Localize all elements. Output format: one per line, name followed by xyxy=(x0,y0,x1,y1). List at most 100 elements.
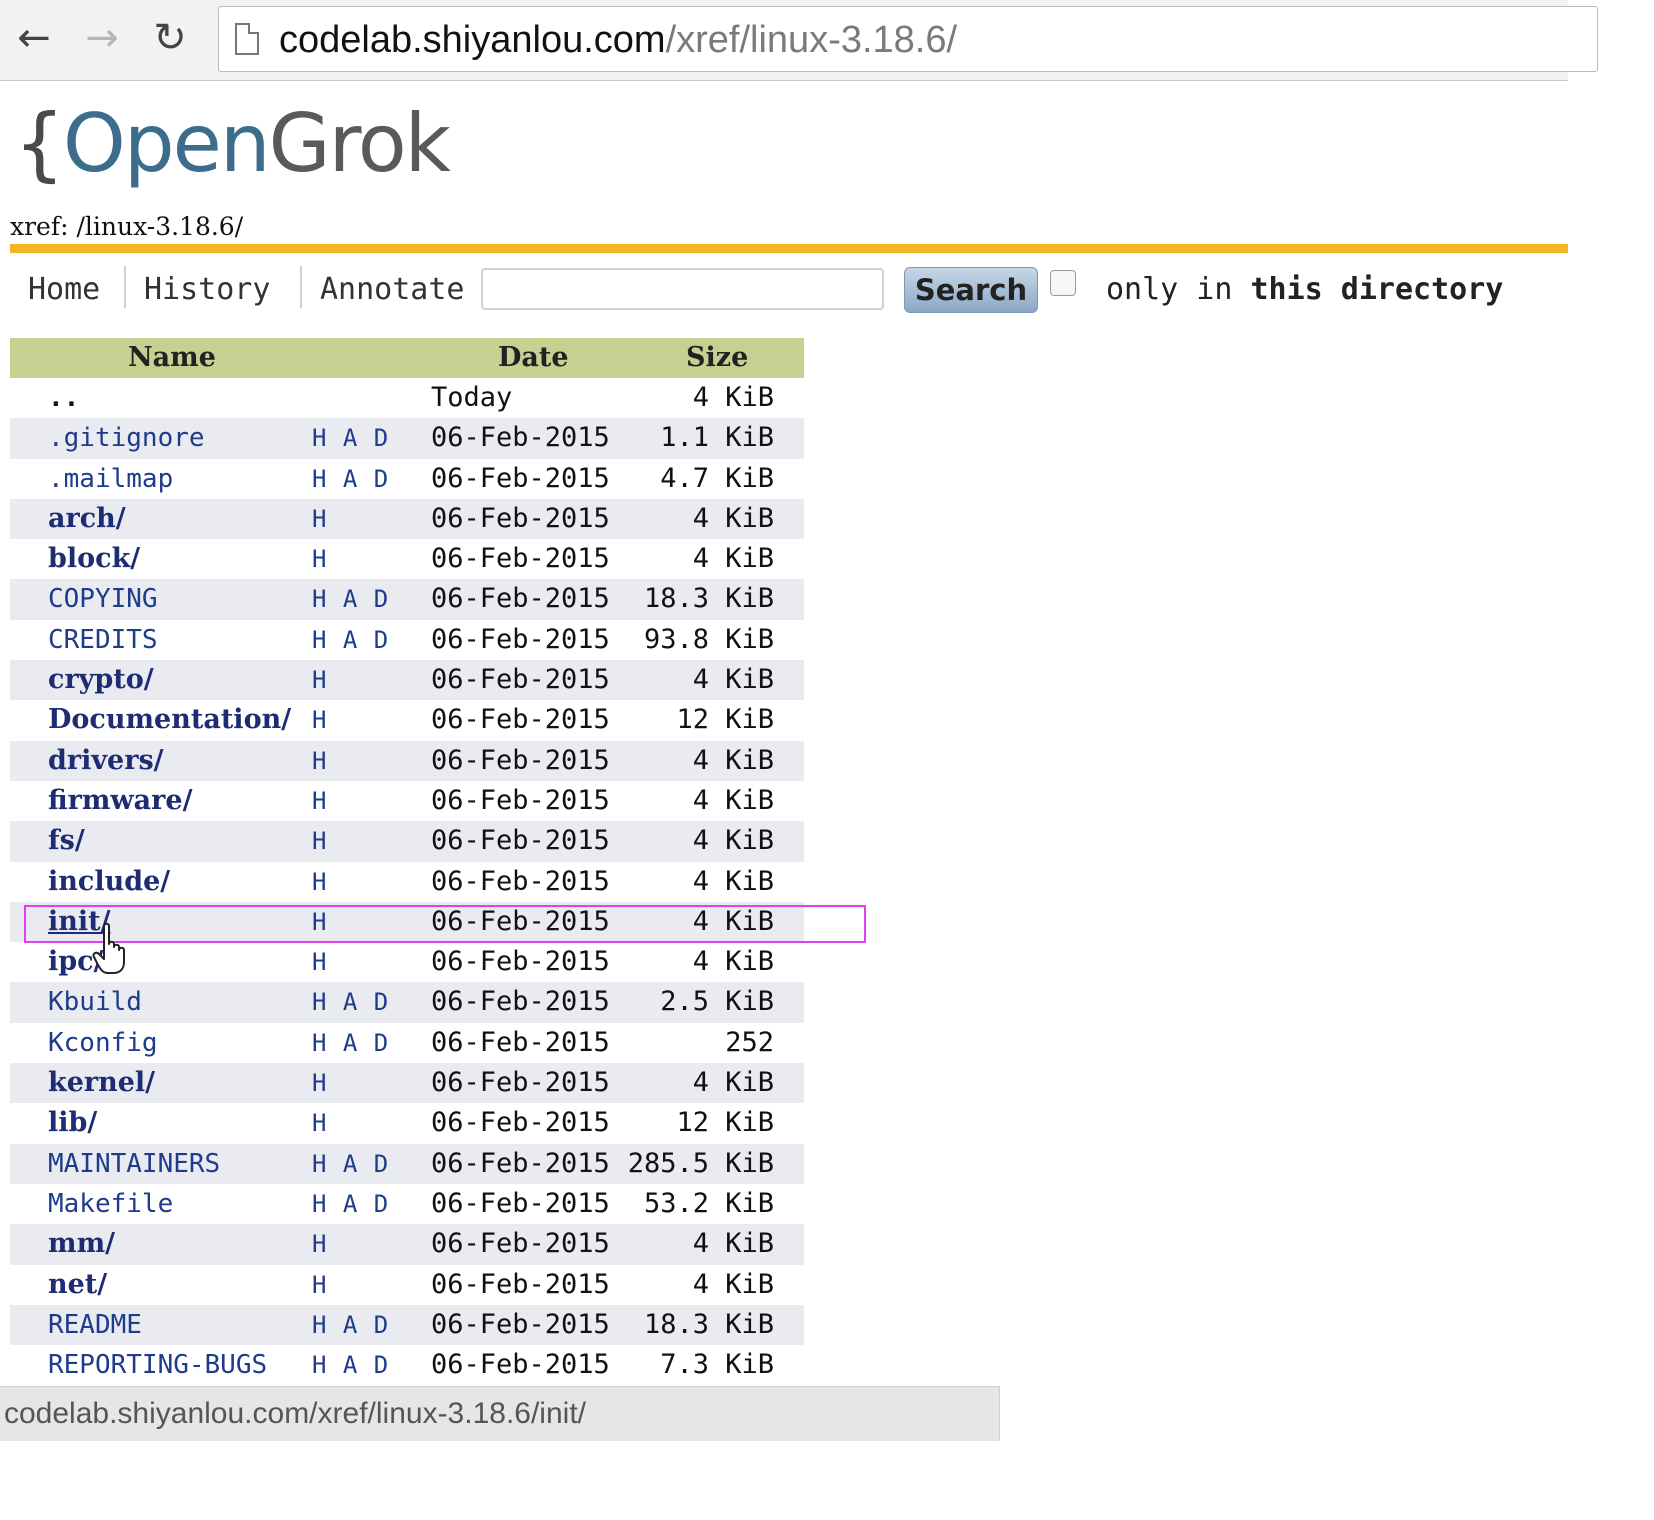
history-annotate-download-links[interactable]: H xyxy=(312,700,327,740)
history-annotate-download-links[interactable]: H xyxy=(312,902,327,942)
directory-link[interactable]: fs/ xyxy=(48,821,85,861)
directory-link[interactable]: ipc/ xyxy=(48,942,103,982)
history-annotate-download-links[interactable]: H A D xyxy=(312,1305,389,1345)
history-annotate-download-links[interactable]: H A D xyxy=(312,620,389,660)
date-cell: 06-Feb-2015 xyxy=(431,784,610,816)
directory-link[interactable]: firmware/ xyxy=(48,781,192,821)
table-row: CREDITS H A D 06-Feb-2015 93.8 KiB xyxy=(10,620,804,660)
url-host: codelab.shiyanlou.com xyxy=(279,19,666,61)
home-link[interactable]: Home xyxy=(28,268,100,312)
date-cell: 06-Feb-2015 xyxy=(431,422,610,454)
file-link[interactable]: REPORTING-BUGS xyxy=(48,1345,267,1385)
date-cell: 06-Feb-2015 xyxy=(431,1147,610,1179)
history-annotate-download-links[interactable]: H xyxy=(312,1103,327,1143)
header-size[interactable]: Size xyxy=(686,338,748,378)
opengrok-logo[interactable]: {OpenGrok xyxy=(14,96,451,192)
search-input[interactable] xyxy=(481,268,884,310)
history-annotate-download-links[interactable]: H A D xyxy=(312,1184,389,1224)
date-cell: 06-Feb-2015 xyxy=(431,946,610,978)
history-annotate-download-links[interactable]: H xyxy=(312,862,327,902)
header-date[interactable]: Date xyxy=(498,338,569,378)
only-in-directory-checkbox[interactable] xyxy=(1050,270,1076,296)
forward-arrow-icon[interactable]: → xyxy=(78,12,126,64)
date-cell: 06-Feb-2015 xyxy=(431,1268,610,1300)
date-cell: 06-Feb-2015 xyxy=(431,664,610,696)
history-annotate-download-links[interactable]: H A D xyxy=(312,982,389,1022)
size-cell: 4 KiB xyxy=(692,382,774,413)
history-annotate-download-links[interactable]: H xyxy=(312,539,327,579)
directory-link[interactable]: mm/ xyxy=(48,1224,115,1264)
table-row: mm/H 06-Feb-2015 4 KiB xyxy=(10,1224,804,1265)
history-link[interactable]: History xyxy=(144,268,270,312)
table-row: Kconfig H A D 06-Feb-2015 252 xyxy=(10,1023,804,1063)
history-annotate-download-links[interactable]: H xyxy=(312,1224,327,1264)
history-annotate-download-links[interactable]: H xyxy=(312,741,327,781)
file-link[interactable]: .gitignore xyxy=(48,418,205,458)
directory-link[interactable]: block/ xyxy=(48,539,140,579)
table-row: include/H 06-Feb-2015 4 KiB xyxy=(10,862,804,902)
date-cell: 06-Feb-2015 xyxy=(431,905,610,937)
size-cell: 4 KiB xyxy=(692,744,774,776)
table-row: .mailmap H A D 06-Feb-2015 4.7 KiB xyxy=(10,459,804,499)
directory-link[interactable]: kernel/ xyxy=(48,1063,155,1103)
history-annotate-download-links[interactable]: H A D xyxy=(312,459,389,499)
date-cell: 06-Feb-2015 xyxy=(431,1308,610,1340)
size-cell: 4 KiB xyxy=(692,865,774,897)
only-in-directory-label: only in this directory xyxy=(1106,268,1503,312)
file-link[interactable]: MAINTAINERS xyxy=(48,1144,220,1184)
file-link[interactable]: Kconfig xyxy=(48,1023,158,1063)
date-cell: 06-Feb-2015 xyxy=(431,623,610,655)
history-annotate-download-links[interactable]: H A D xyxy=(312,1345,389,1385)
directory-link[interactable]: lib/ xyxy=(48,1103,97,1143)
parent-directory-link[interactable]: .. xyxy=(48,378,79,418)
menu-separator xyxy=(300,266,302,308)
file-link[interactable]: README xyxy=(48,1305,142,1345)
directory-link[interactable]: net/ xyxy=(48,1265,107,1305)
history-annotate-download-links[interactable]: H xyxy=(312,1265,327,1305)
history-annotate-download-links[interactable]: H xyxy=(312,821,327,861)
size-cell: 4 KiB xyxy=(692,905,774,937)
table-row: net/H 06-Feb-2015 4 KiB xyxy=(10,1265,804,1305)
annotate-link[interactable]: Annotate xyxy=(320,268,465,312)
menu-bar: Home History Annotate Search only in thi… xyxy=(0,262,1568,316)
history-annotate-download-links[interactable]: H xyxy=(312,660,327,700)
file-link[interactable]: Kbuild xyxy=(48,982,142,1022)
date-cell: 06-Feb-2015 xyxy=(431,1107,610,1139)
directory-link[interactable]: Documentation/ xyxy=(48,700,291,740)
date-cell: 06-Feb-2015 xyxy=(431,865,610,897)
history-annotate-download-links[interactable]: H A D xyxy=(312,579,389,619)
file-link[interactable]: COPYING xyxy=(48,579,158,619)
directory-link[interactable]: include/ xyxy=(48,862,170,902)
logo-grok: Grok xyxy=(268,97,451,190)
directory-link[interactable]: crypto/ xyxy=(48,660,154,700)
reload-icon[interactable]: ↻ xyxy=(146,12,194,64)
file-link[interactable]: .mailmap xyxy=(48,459,173,499)
directory-link[interactable]: init/ xyxy=(48,902,110,942)
history-annotate-download-links[interactable]: H xyxy=(312,499,327,539)
directory-link[interactable]: drivers/ xyxy=(48,741,164,781)
table-row: arch/H 06-Feb-2015 4 KiB xyxy=(10,498,804,540)
history-annotate-download-links[interactable]: H A D xyxy=(312,1023,389,1063)
history-annotate-download-links[interactable]: H A D xyxy=(312,1144,389,1184)
history-annotate-download-links[interactable]: H xyxy=(312,942,327,982)
file-link[interactable]: CREDITS xyxy=(48,620,158,660)
address-bar[interactable]: codelab.shiyanlou.com/xref/linux-3.18.6/ xyxy=(218,6,1598,72)
size-cell: 4 KiB xyxy=(692,1067,774,1099)
page-icon xyxy=(235,23,259,55)
history-annotate-download-links[interactable]: H xyxy=(312,781,327,821)
history-annotate-download-links[interactable]: H A D xyxy=(312,418,389,458)
table-row: firmware/H 06-Feb-2015 4 KiB xyxy=(10,781,804,821)
table-row: crypto/H 06-Feb-2015 4 KiB xyxy=(10,660,804,701)
date-cell: 06-Feb-2015 xyxy=(431,1228,610,1260)
status-url: codelab.shiyanlou.com/xref/linux-3.18.6/… xyxy=(4,1397,586,1430)
size-cell: 4 KiB xyxy=(692,1228,774,1260)
file-link[interactable]: Makefile xyxy=(48,1184,173,1224)
history-annotate-download-links[interactable]: H xyxy=(312,1063,327,1103)
address-url[interactable]: codelab.shiyanlou.com/xref/linux-3.18.6/ xyxy=(279,15,957,65)
directory-link[interactable]: arch/ xyxy=(48,499,126,539)
back-arrow-icon[interactable]: ← xyxy=(10,12,58,64)
size-cell: 18.3 KiB xyxy=(643,1308,774,1340)
table-row: Documentation/H 06-Feb-2015 12 KiB xyxy=(10,700,804,740)
header-name[interactable]: Name xyxy=(128,338,216,378)
search-button[interactable]: Search xyxy=(904,267,1038,313)
